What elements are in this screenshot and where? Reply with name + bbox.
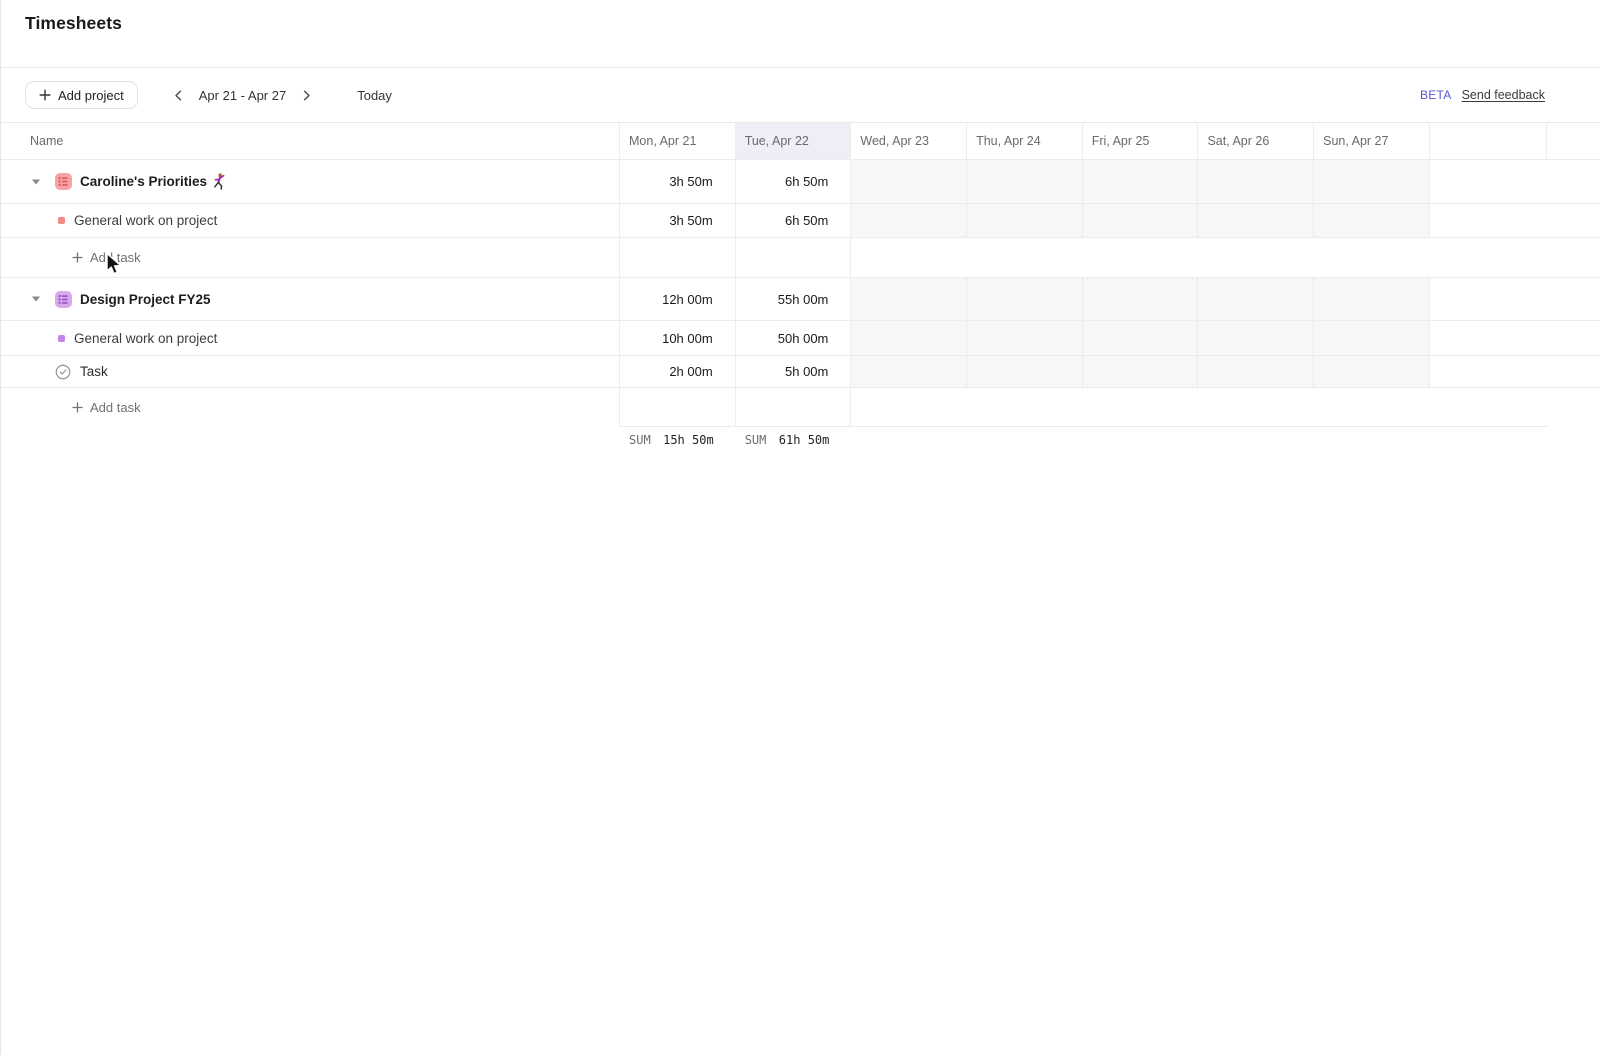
time-cell-empty[interactable]: [1314, 160, 1430, 203]
time-cell[interactable]: 55h 00m: [736, 278, 852, 320]
day-header-tue: Tue, Apr 22: [736, 123, 852, 159]
collapse-chevron-icon[interactable]: [31, 177, 41, 187]
sum-cell-tue: SUM 61h 50m: [736, 427, 852, 456]
beta-badge: BETA: [1420, 88, 1452, 102]
add-task-cell: Add task: [1, 388, 620, 426]
task-label[interactable]: General work on project: [74, 331, 217, 346]
sum-label: SUM: [629, 433, 651, 456]
time-cell[interactable]: 3h 50m: [620, 160, 736, 203]
project-name[interactable]: Caroline's Priorities: [80, 174, 207, 189]
task-row-task[interactable]: Task 2h 00m 5h 00m: [1, 356, 1600, 388]
plus-icon: [39, 89, 51, 101]
date-range-label: Apr 21 - Apr 27: [199, 88, 286, 103]
task-bullet-icon: [58, 335, 65, 342]
name-column-header: Name: [1, 123, 620, 159]
time-cell-empty[interactable]: [967, 278, 1083, 320]
task-label[interactable]: Task: [80, 364, 108, 379]
day-header-wed: Wed, Apr 23: [851, 123, 967, 159]
time-cell[interactable]: 10h 00m: [620, 321, 736, 355]
project-list-icon: [55, 291, 72, 308]
time-cell-empty[interactable]: [1314, 356, 1430, 387]
project-name-cell: Design Project FY25: [1, 278, 620, 320]
add-project-label: Add project: [58, 88, 124, 103]
time-cell-empty[interactable]: [1314, 204, 1430, 237]
time-cell-empty[interactable]: [851, 278, 967, 320]
time-cell-empty[interactable]: [967, 160, 1083, 203]
time-cell[interactable]: 2h 00m: [620, 356, 736, 387]
add-task-row: Add task: [1, 238, 1600, 278]
time-cell-empty[interactable]: [967, 204, 1083, 237]
previous-week-button[interactable]: [168, 84, 190, 106]
task-name-cell: General work on project: [1, 204, 620, 237]
day-header-thu: Thu, Apr 24: [967, 123, 1083, 159]
today-button[interactable]: Today: [357, 88, 392, 103]
plus-icon: [72, 402, 83, 413]
sum-row: SUM 15h 50m SUM 61h 50m: [1, 426, 1600, 456]
time-cell-empty[interactable]: [1198, 204, 1314, 237]
task-name-cell: General work on project: [1, 321, 620, 355]
add-project-button[interactable]: Add project: [25, 81, 138, 109]
time-cell-empty[interactable]: [1198, 160, 1314, 203]
task-label[interactable]: General work on project: [74, 213, 217, 228]
time-cell-empty[interactable]: [1083, 204, 1199, 237]
time-cell-empty[interactable]: [1083, 356, 1199, 387]
day-header-mon: Mon, Apr 21: [620, 123, 736, 159]
sum-total-mon: 15h 50m: [663, 433, 714, 456]
project-row-carolines-priorities[interactable]: Caroline's Priorities 3h 50m 6h 50m: [1, 160, 1600, 204]
time-cell-empty[interactable]: [1198, 356, 1314, 387]
grid-header-row: Name Mon, Apr 21 Tue, Apr 22 Wed, Apr 23…: [1, 123, 1600, 160]
add-task-button[interactable]: Add task: [72, 400, 141, 415]
time-cell-empty[interactable]: [851, 160, 967, 203]
next-week-button[interactable]: [295, 84, 317, 106]
time-cell-empty[interactable]: [851, 356, 967, 387]
time-cell-empty[interactable]: [851, 321, 967, 355]
sum-label: SUM: [745, 433, 767, 456]
task-name-cell: Task: [1, 356, 620, 387]
dancer-emoji: [213, 173, 225, 190]
project-name[interactable]: Design Project FY25: [80, 292, 211, 307]
time-cell-empty[interactable]: [1083, 278, 1199, 320]
time-cell-empty[interactable]: [1083, 160, 1199, 203]
task-check-circle-icon[interactable]: [55, 364, 71, 380]
time-cell[interactable]: 5h 00m: [736, 356, 852, 387]
add-task-cell: Add task: [1, 238, 620, 277]
project-list-icon: [55, 173, 72, 190]
time-cell-empty[interactable]: [1314, 321, 1430, 355]
time-cell[interactable]: 50h 00m: [736, 321, 852, 355]
title-bar: Timesheets: [1, 0, 1600, 68]
page-title: Timesheets: [25, 13, 1600, 34]
send-feedback-link[interactable]: Send feedback: [1462, 88, 1545, 102]
chevron-right-icon: [300, 89, 313, 102]
sum-total-tue: 61h 50m: [779, 433, 830, 456]
time-cell-empty[interactable]: [967, 321, 1083, 355]
time-cell[interactable]: 6h 50m: [736, 204, 852, 237]
day-header-sat: Sat, Apr 26: [1198, 123, 1314, 159]
time-cell[interactable]: 12h 00m: [620, 278, 736, 320]
plus-icon: [72, 252, 83, 263]
time-cell-empty[interactable]: [1198, 321, 1314, 355]
day-header-fri: Fri, Apr 25: [1083, 123, 1199, 159]
project-row-design-project-fy25[interactable]: Design Project FY25 12h 00m 55h 00m: [1, 278, 1600, 321]
time-cell-empty[interactable]: [1083, 321, 1199, 355]
project-name-cell: Caroline's Priorities: [1, 160, 620, 203]
time-cell[interactable]: 6h 50m: [736, 160, 852, 203]
sum-cell-mon: SUM 15h 50m: [620, 427, 736, 456]
time-cell-empty[interactable]: [1314, 278, 1430, 320]
time-cell-empty[interactable]: [851, 204, 967, 237]
add-task-button[interactable]: Add task: [72, 250, 141, 265]
task-row-general-work[interactable]: General work on project 3h 50m 6h 50m: [1, 204, 1600, 238]
time-cell-empty[interactable]: [1198, 278, 1314, 320]
add-task-row: Add task: [1, 388, 1600, 426]
task-row-general-work[interactable]: General work on project 10h 00m 50h 00m: [1, 321, 1600, 356]
chevron-left-icon: [172, 89, 185, 102]
trailing-header-cell: [1430, 123, 1547, 159]
day-header-sun: Sun, Apr 27: [1314, 123, 1430, 159]
collapse-chevron-icon[interactable]: [31, 294, 41, 304]
timesheet-grid: Name Mon, Apr 21 Tue, Apr 22 Wed, Apr 23…: [1, 122, 1600, 456]
toolbar: Add project Apr 21 - Apr 27 Today BETA S…: [1, 68, 1600, 122]
task-bullet-icon: [58, 217, 65, 224]
time-cell[interactable]: 3h 50m: [620, 204, 736, 237]
time-cell-empty[interactable]: [967, 356, 1083, 387]
